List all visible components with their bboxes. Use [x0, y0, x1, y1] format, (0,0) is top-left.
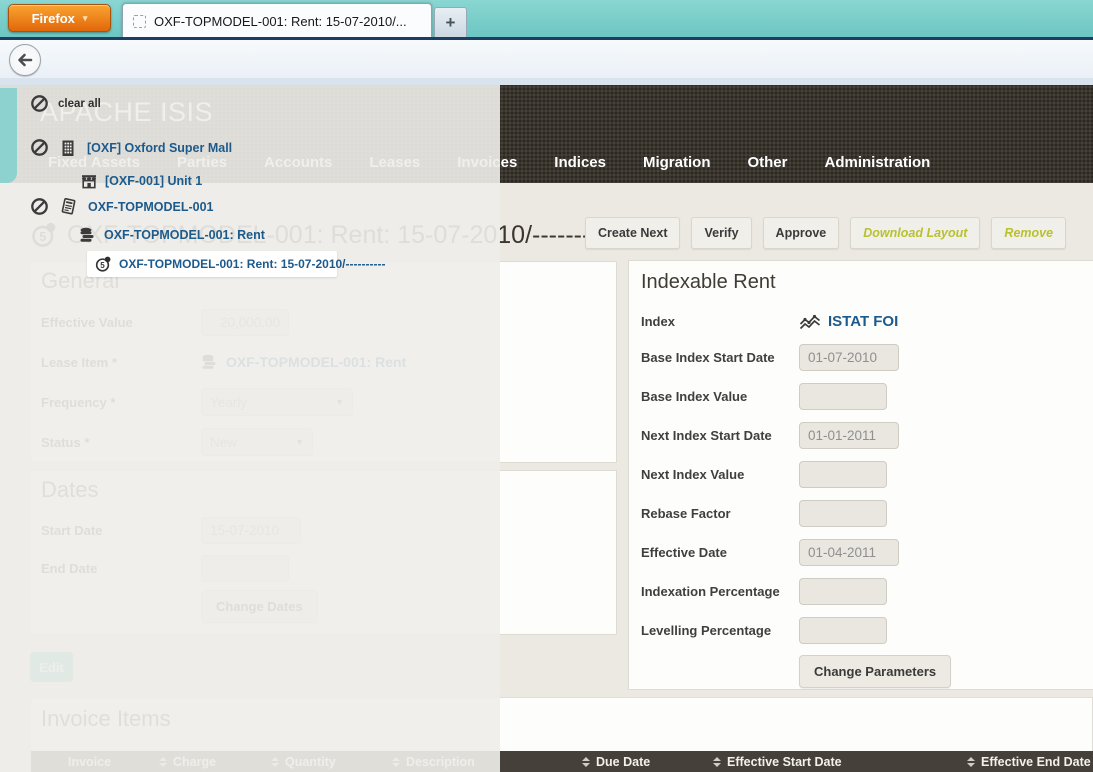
building-icon	[59, 139, 77, 157]
approve-button[interactable]: Approve	[762, 217, 840, 249]
favicon-placeholder-icon	[133, 14, 146, 28]
indexable-rent-panel: Indexable Rent Index ISTAT FOI Base Inde…	[628, 260, 1093, 690]
bookmark-link-lease-term[interactable]: OXF-TOPMODEL-001: Rent: 15-07-2010/-----…	[119, 257, 385, 271]
screen: Firefox ▾ OXF-TOPMODEL-001: Rent: 15-07-…	[0, 0, 1093, 772]
action-bar: Create Next Verify Approve Download Layo…	[585, 217, 1067, 249]
next-index-value-row: Next Index Value	[641, 455, 1085, 494]
bookmark-row: [OXF-001] Unit 1	[80, 172, 202, 190]
index-chart-icon	[799, 313, 821, 330]
effective-date-row: Effective Date	[641, 533, 1085, 572]
verify-button[interactable]: Verify	[691, 217, 752, 249]
base-index-value-row: Base Index Value	[641, 377, 1085, 416]
remove-button[interactable]: Remove	[991, 217, 1067, 249]
index-row: Index ISTAT FOI	[641, 312, 899, 330]
column-effective-end-date[interactable]: Effective End Date	[967, 751, 1091, 772]
lease-term-icon: 5	[95, 256, 111, 273]
next-index-start-date-row: Next Index Start Date	[641, 416, 1085, 455]
base-index-start-date-row: Base Index Start Date	[641, 338, 1085, 377]
bookmark-row: OXF-TOPMODEL-001: Rent	[79, 226, 265, 244]
nav-item-indices[interactable]: Indices	[554, 154, 606, 171]
bookmark-link-property[interactable]: [OXF] Oxford Super Mall	[87, 141, 232, 155]
browser-urlbar: localhost:8080/wicket/entity/org.estatio…	[0, 40, 1093, 114]
levelling-percentage-field[interactable]	[799, 617, 887, 644]
rebase-factor-row: Rebase Factor	[641, 494, 1085, 533]
column-due-date[interactable]: Due Date	[582, 751, 650, 772]
new-tab-button[interactable]: +	[434, 7, 467, 38]
browser-titlebar: Firefox ▾ OXF-TOPMODEL-001: Rent: 15-07-…	[0, 0, 1093, 38]
chevron-down-icon: ▾	[82, 12, 88, 23]
indexation-percentage-field[interactable]	[799, 578, 887, 605]
ban-icon[interactable]	[30, 138, 49, 157]
sort-icon	[713, 757, 721, 767]
change-parameters-button[interactable]: Change Parameters	[799, 655, 952, 688]
bookmark-link-lease-item[interactable]: OXF-TOPMODEL-001: Rent	[104, 228, 265, 242]
svg-text:5: 5	[100, 260, 105, 269]
next-index-start-date-field[interactable]	[799, 422, 899, 449]
panel-edge-strip	[0, 88, 17, 183]
calculator-icon	[59, 197, 78, 216]
next-index-value-field[interactable]	[799, 461, 887, 488]
download-layout-button[interactable]: Download Layout	[850, 217, 981, 249]
bookmark-row: OXF-TOPMODEL-001	[30, 197, 213, 216]
column-effective-start-date[interactable]: Effective Start Date	[713, 751, 842, 772]
bookmarks-overlay: clear all [OXF] Oxford Super Mall [OXF-0…	[0, 85, 500, 772]
nav-item-other[interactable]: Other	[747, 154, 787, 171]
bookmark-row-selected[interactable]: 5 OXF-TOPMODEL-001: Rent: 15-07-2010/---…	[87, 251, 385, 277]
chrome-bottom-strip	[0, 78, 1093, 85]
rebase-factor-field[interactable]	[799, 500, 887, 527]
back-button[interactable]	[9, 44, 41, 76]
effective-date-field[interactable]	[799, 539, 899, 566]
index-link[interactable]: ISTAT FOI	[799, 313, 898, 330]
base-index-value-field[interactable]	[799, 383, 887, 410]
clear-all-label[interactable]: clear all	[58, 98, 101, 110]
coins-icon	[79, 226, 97, 244]
ban-icon[interactable]	[30, 197, 49, 216]
bookmark-row: [OXF] Oxford Super Mall	[30, 138, 232, 157]
nav-item-administration[interactable]: Administration	[825, 154, 931, 171]
sort-icon	[967, 757, 975, 767]
levelling-percentage-row: Levelling Percentage	[641, 611, 1085, 650]
bookmark-link-unit[interactable]: [OXF-001] Unit 1	[105, 174, 202, 188]
indexation-percentage-row: Indexation Percentage	[641, 572, 1085, 611]
ban-icon[interactable]	[30, 94, 49, 113]
create-next-button[interactable]: Create Next	[585, 217, 681, 249]
firefox-menu-button[interactable]: Firefox ▾	[8, 4, 111, 32]
firefox-menu-label: Firefox	[31, 10, 75, 26]
sort-icon	[582, 757, 590, 767]
nav-item-migration[interactable]: Migration	[643, 154, 711, 171]
shop-icon	[80, 172, 98, 190]
tab-title: OXF-TOPMODEL-001: Rent: 15-07-2010/...	[154, 13, 407, 29]
bookmark-link-lease[interactable]: OXF-TOPMODEL-001	[88, 200, 213, 214]
base-index-start-date-field[interactable]	[799, 344, 899, 371]
browser-tab[interactable]: OXF-TOPMODEL-001: Rent: 15-07-2010/...	[122, 3, 432, 38]
indexable-rent-heading: Indexable Rent	[641, 271, 776, 293]
clear-all-row: clear all	[30, 94, 101, 113]
